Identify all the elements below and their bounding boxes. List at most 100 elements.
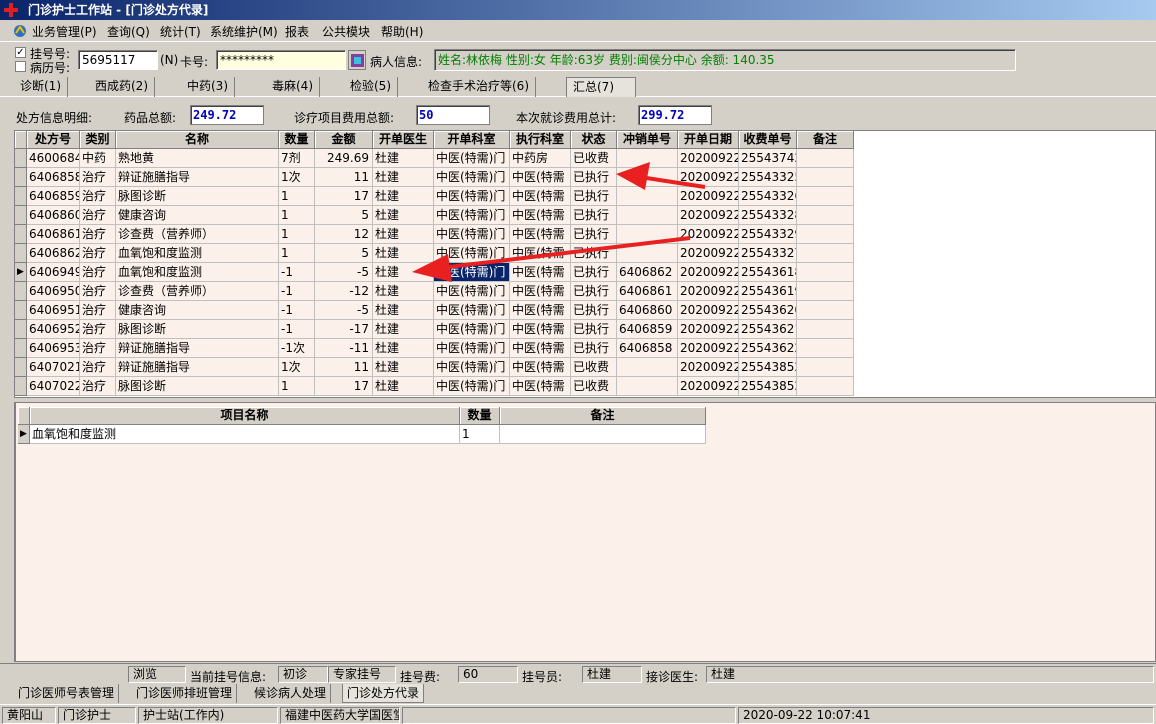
cell-dept[interactable]: 中医(特需)门 [434, 225, 510, 244]
cell-reverse-no[interactable] [617, 225, 678, 244]
tab-narcotics[interactable]: 毒麻(4) [266, 77, 320, 97]
cell-category[interactable]: 治疗 [80, 339, 116, 358]
row-selector[interactable] [15, 282, 27, 301]
cell-qty[interactable]: 1 [279, 225, 315, 244]
col-header-amount[interactable]: 金额 [315, 131, 373, 149]
row-selector[interactable] [15, 206, 27, 225]
tab-exam-surgery[interactable]: 检查手术治疗等(6) [422, 77, 536, 97]
col-header-item-name[interactable]: 名称 [116, 131, 279, 149]
row-selector[interactable] [15, 377, 27, 396]
cell-exec-dept[interactable]: 中医(特需 [510, 244, 571, 263]
cell-item-name[interactable]: 血氧饱和度监测 [116, 244, 279, 263]
cell-rx-no[interactable]: 6406950 [27, 282, 80, 301]
cell-reverse-no[interactable]: 6406858 [617, 339, 678, 358]
cell-status[interactable]: 已收费 [571, 377, 617, 396]
cell-date[interactable]: 20200922 [678, 149, 739, 168]
cell-rx-no[interactable]: 6406860 [27, 206, 80, 225]
cell-remark[interactable] [797, 282, 854, 301]
cell-status[interactable]: 已执行 [571, 263, 617, 282]
module-tab-schedule-table[interactable]: 门诊医师号表管理 [14, 684, 120, 703]
cell-reverse-no[interactable] [617, 149, 678, 168]
menu-system[interactable]: 系统维护(M) [210, 23, 278, 40]
cell-qty[interactable]: -1 [279, 320, 315, 339]
cell-item-name[interactable]: 辩证施膳指导 [116, 168, 279, 187]
cell-status[interactable]: 已执行 [571, 168, 617, 187]
cell-doctor[interactable]: 杜建 [373, 149, 434, 168]
cell-doctor[interactable]: 杜建 [373, 187, 434, 206]
cell-amount[interactable]: -5 [315, 263, 373, 282]
cell-category[interactable]: 治疗 [80, 377, 116, 396]
detail-cell-qty[interactable]: 1 [460, 425, 500, 444]
col-header-category[interactable]: 类别 [80, 131, 116, 149]
cell-dept[interactable]: 中医(特需)门 [434, 168, 510, 187]
cell-status[interactable]: 已执行 [571, 225, 617, 244]
col-header-status[interactable]: 状态 [571, 131, 617, 149]
cell-dept[interactable]: 中医(特需)门 [434, 149, 510, 168]
detail-cell-remark[interactable] [500, 425, 706, 444]
cell-exec-dept[interactable]: 中医(特需 [510, 301, 571, 320]
prescription-table[interactable]: 处方号 类别 名称 数量 金额 开单医生 开单科室 执行科室 状态 冲销单号 开单日期 收费单号 备注 4… [14, 130, 1156, 398]
cell-reverse-no[interactable]: 6406862 [617, 263, 678, 282]
cell-rx-no[interactable]: 6406861 [27, 225, 80, 244]
cell-receipt-no[interactable]: 25543852 [739, 377, 797, 396]
cell-status[interactable]: 已执行 [571, 206, 617, 225]
cell-doctor[interactable]: 杜建 [373, 244, 434, 263]
tab-diagnosis[interactable]: 诊断(1) [14, 77, 68, 97]
cell-amount[interactable]: 5 [315, 244, 373, 263]
cell-doctor[interactable]: 杜建 [373, 301, 434, 320]
cell-rx-no[interactable]: 6406859 [27, 187, 80, 206]
cell-qty[interactable]: -1 [279, 282, 315, 301]
menu-reports[interactable]: 报表 [285, 23, 309, 40]
cell-reverse-no[interactable]: 6406859 [617, 320, 678, 339]
cell-date[interactable]: 20200922 [678, 187, 739, 206]
cell-status[interactable]: 已收费 [571, 358, 617, 377]
cell-date[interactable]: 20200922 [678, 301, 739, 320]
cell-remark[interactable] [797, 225, 854, 244]
cell-qty[interactable]: 1次 [279, 358, 315, 377]
menu-stats[interactable]: 统计(T) [160, 23, 201, 40]
cell-dept[interactable]: 中医(特需)门 [434, 339, 510, 358]
col-header-receipt-no[interactable]: 收费单号 [739, 131, 797, 149]
cell-receipt-no[interactable]: 25543325 [739, 168, 797, 187]
cell-category[interactable]: 治疗 [80, 320, 116, 339]
cell-date[interactable]: 20200922 [678, 358, 739, 377]
cell-amount[interactable]: 11 [315, 358, 373, 377]
cell-qty[interactable]: -1 [279, 301, 315, 320]
cell-remark[interactable] [797, 263, 854, 282]
detail-row-selector[interactable]: ▶ [18, 425, 30, 444]
row-selector[interactable] [15, 149, 27, 168]
row-selector[interactable] [15, 187, 27, 206]
cell-category[interactable]: 治疗 [80, 263, 116, 282]
cell-remark[interactable] [797, 168, 854, 187]
cell-rx-no[interactable]: 6406858 [27, 168, 80, 187]
tab-western-med[interactable]: 西成药(2) [89, 77, 155, 97]
cell-receipt-no[interactable]: 25543742 [739, 149, 797, 168]
module-tab-shift[interactable]: 门诊医师排班管理 [132, 684, 238, 703]
cell-status[interactable]: 已执行 [571, 320, 617, 339]
col-header-reverse-no[interactable]: 冲销单号 [617, 131, 678, 149]
cell-doctor[interactable]: 杜建 [373, 339, 434, 358]
cell-category[interactable]: 治疗 [80, 168, 116, 187]
cell-reverse-no[interactable] [617, 377, 678, 396]
cell-dept[interactable]: 中医(特需)门 [434, 320, 510, 339]
cell-doctor[interactable]: 杜建 [373, 358, 434, 377]
cell-doctor[interactable]: 杜建 [373, 168, 434, 187]
row-selector[interactable]: ▶ [15, 263, 27, 282]
cell-item-name[interactable]: 辩证施膳指导 [116, 339, 279, 358]
cell-status[interactable]: 已执行 [571, 187, 617, 206]
cell-exec-dept[interactable]: 中药房 [510, 149, 571, 168]
reg-no-input[interactable]: 5695117 [78, 50, 158, 70]
record-no-checkbox[interactable] [15, 61, 26, 72]
cell-doctor[interactable]: 杜建 [373, 377, 434, 396]
cell-dept[interactable]: 中医(特需)门 [434, 206, 510, 225]
cell-remark[interactable] [797, 187, 854, 206]
cell-item-name[interactable]: 诊查费（营养师） [116, 282, 279, 301]
row-selector[interactable] [15, 244, 27, 263]
cell-amount[interactable]: -12 [315, 282, 373, 301]
cell-category[interactable]: 治疗 [80, 244, 116, 263]
cell-category[interactable]: 治疗 [80, 187, 116, 206]
col-header-dept[interactable]: 开单科室 [434, 131, 510, 149]
cell-exec-dept[interactable]: 中医(特需 [510, 358, 571, 377]
cell-date[interactable]: 20200922 [678, 263, 739, 282]
cell-amount[interactable]: 17 [315, 187, 373, 206]
